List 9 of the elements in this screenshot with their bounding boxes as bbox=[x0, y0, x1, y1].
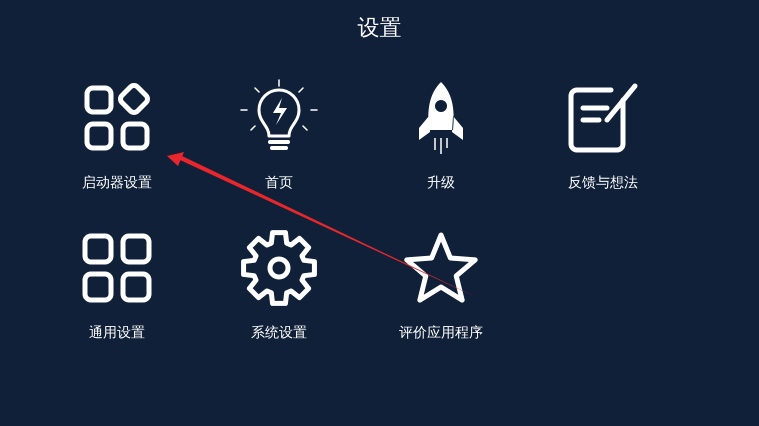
settings-item-label[interactable]: 评价应用程序 bbox=[399, 325, 483, 341]
settings-item-label[interactable]: 系统设置 bbox=[251, 325, 307, 341]
settings-item-label[interactable]: 首页 bbox=[265, 175, 293, 191]
settings-item-label[interactable]: 升级 bbox=[427, 175, 455, 191]
settings-item-label[interactable]: 反馈与想法 bbox=[568, 175, 638, 191]
page-title: 设置 bbox=[356, 14, 402, 42]
settings-item-label[interactable]: 启动器设置 bbox=[82, 175, 152, 191]
settings-item-label[interactable]: 通用设置 bbox=[89, 325, 145, 341]
gear-icon bbox=[239, 228, 319, 308]
